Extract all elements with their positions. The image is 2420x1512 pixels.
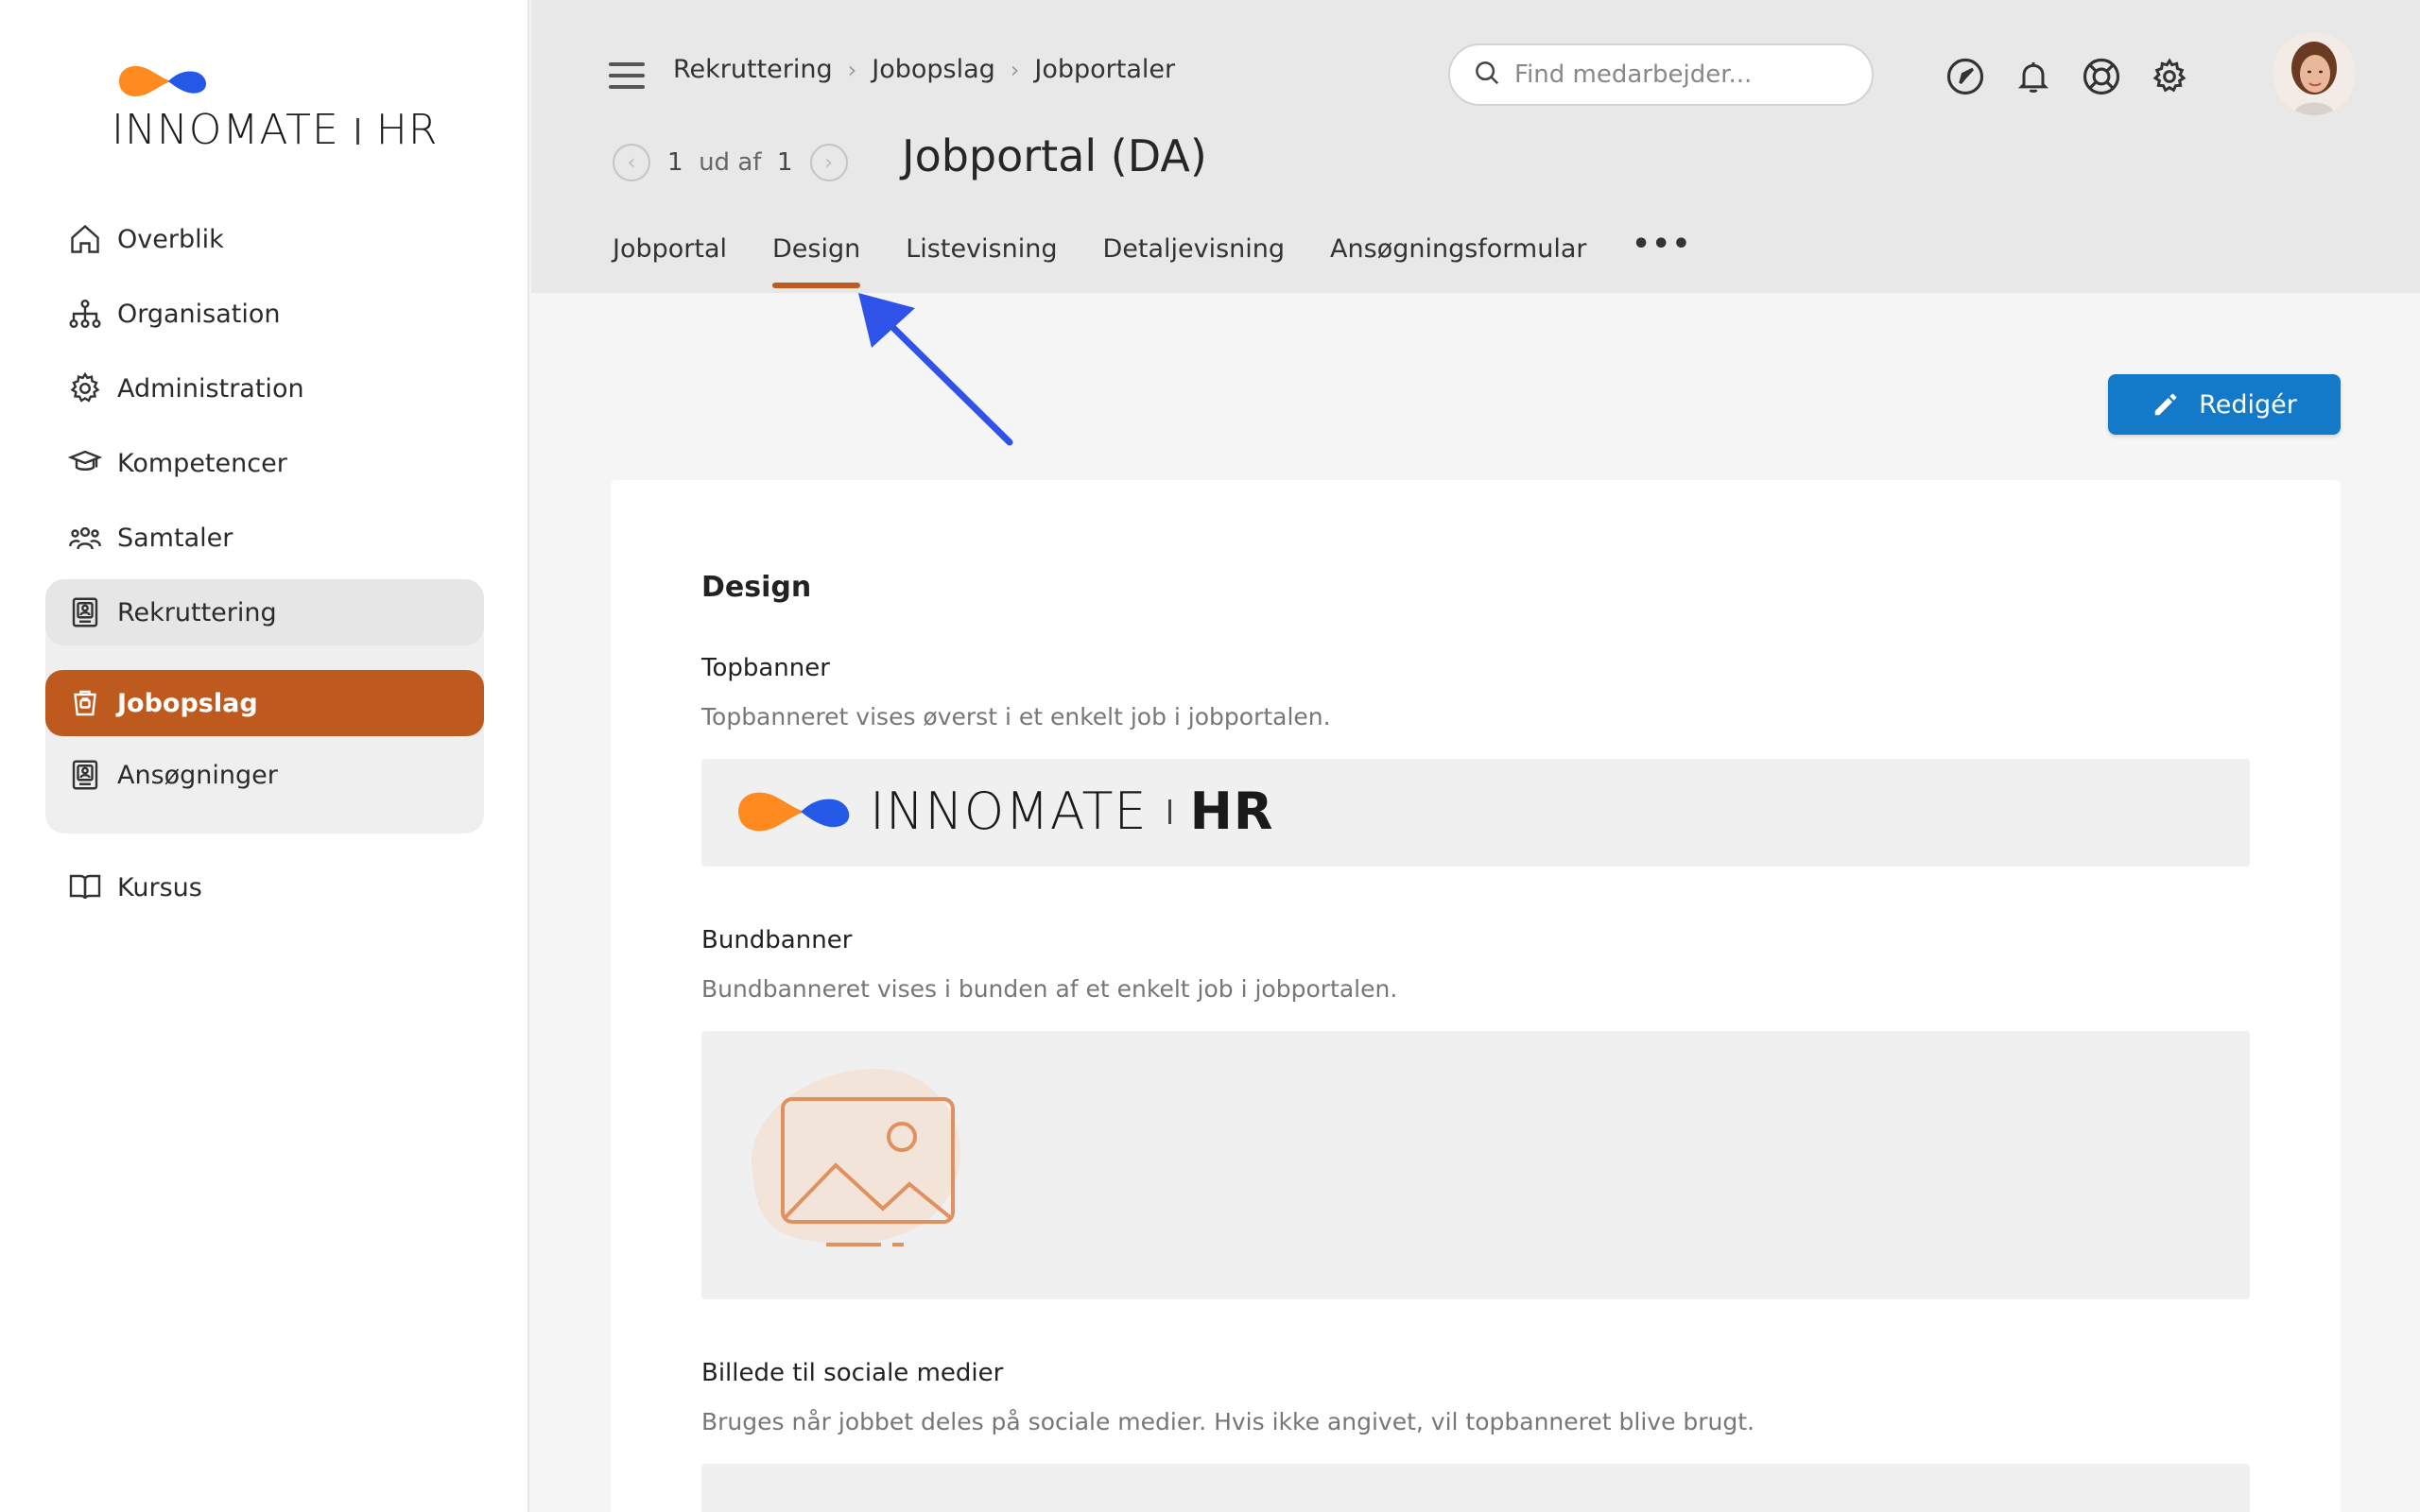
id-badge-icon <box>66 756 104 794</box>
breadcrumb-item[interactable]: Jobportaler <box>1034 55 1175 84</box>
tab-listevisning[interactable]: Listevisning <box>906 234 1057 286</box>
breadcrumb: Rekruttering › Jobopslag › Jobportaler <box>673 55 1175 84</box>
bundbanner-preview[interactable] <box>701 1031 2250 1299</box>
sidebar-item-label: Jobopslag <box>117 688 258 718</box>
logo-mark-icon <box>738 792 850 831</box>
sidebar: INNOMATE HR Overblik Organisation Adminis… <box>0 0 529 1512</box>
social-media-image-label: Billede til sociale medier <box>701 1359 1004 1387</box>
tab-detaljevisning[interactable]: Detaljevisning <box>1102 234 1285 286</box>
pencil-icon <box>2152 390 2180 419</box>
home-icon <box>66 220 104 258</box>
logo-mark-icon <box>119 66 207 96</box>
lifebuoy-icon[interactable] <box>2080 55 2123 98</box>
bell-icon[interactable] <box>2012 55 2055 98</box>
next-record-button[interactable]: › <box>809 144 848 181</box>
sidebar-item-label: Samtaler <box>117 523 233 553</box>
bundbanner-description: Bundbanneret vises i bunden af et enkelt… <box>701 975 1398 1003</box>
graduation-cap-icon <box>66 444 104 482</box>
topbanner-preview[interactable]: INNOMATE HR <box>701 759 2250 867</box>
sidebar-item-administration[interactable]: Administration <box>45 355 484 421</box>
topbanner-section: Topbanner Topbanneret vises øverst i et … <box>701 654 2250 867</box>
search-input[interactable] <box>1514 60 1836 89</box>
tab-jobportal[interactable]: Jobportal <box>613 234 727 286</box>
navigation-icon[interactable] <box>1944 55 1987 98</box>
org-chart-icon <box>66 295 104 333</box>
bundbanner-section: Bundbanner Bundbanneret vises i bunden a… <box>701 926 2250 1299</box>
tab-bar: Jobportal Design Listevisning Detaljevis… <box>613 231 1737 288</box>
header-actions <box>1944 55 2216 98</box>
search-icon <box>1473 59 1501 91</box>
sidebar-item-samtaler[interactable]: Samtaler <box>45 505 484 571</box>
employee-search[interactable] <box>1448 43 1874 106</box>
edit-button[interactable]: Redigér <box>2108 374 2341 435</box>
bundbanner-label: Bundbanner <box>701 926 853 954</box>
innomate-logo[interactable]: INNOMATE HR <box>112 57 437 161</box>
avatar[interactable] <box>2273 32 2356 115</box>
sidebar-item-organisation[interactable]: Organisation <box>45 281 484 347</box>
hamburger-menu-icon[interactable] <box>609 62 645 96</box>
job-post-icon <box>66 684 104 722</box>
topbanner-label: Topbanner <box>701 654 830 682</box>
section-heading: Design <box>701 571 812 604</box>
social-media-image-section: Billede til sociale medier Bruges når jo… <box>701 1359 2250 1512</box>
image-placeholder-icon <box>752 1069 961 1246</box>
edit-button-label: Redigér <box>2199 389 2297 420</box>
chevron-right-icon: › <box>1010 56 1020 83</box>
tab-ansogningsformular[interactable]: Ansøgningsformular <box>1330 234 1586 286</box>
id-badge-icon <box>66 593 104 631</box>
sidebar-item-label: Overblik <box>117 224 224 254</box>
topbanner-description: Topbanneret vises øverst i et enkelt job… <box>701 703 1331 730</box>
page-title: Jobportal (DA) <box>902 130 1207 181</box>
sidebar-item-kompetencer[interactable]: Kompetencer <box>45 430 484 496</box>
top-header: Rekruttering › Jobopslag › Jobportaler ‹… <box>531 0 2420 293</box>
sidebar-item-label: Organisation <box>117 299 281 329</box>
sidebar-item-label: Rekruttering <box>117 597 277 627</box>
topbanner-logo: INNOMATE HR <box>734 782 1273 841</box>
design-card: Design Topbanner Topbanneret vises øvers… <box>611 480 2341 1512</box>
tab-design[interactable]: Design <box>772 234 861 288</box>
more-tabs-button[interactable]: ••• <box>1633 231 1693 286</box>
logo-wordmark: INNOMATE HR <box>870 782 1274 841</box>
breadcrumb-item[interactable]: Jobopslag <box>872 55 995 84</box>
pager-text: 1 ud af 1 <box>667 148 793 177</box>
sidebar-item-overblik[interactable]: Overblik <box>45 206 484 272</box>
sidebar-item-jobopslag[interactable]: Jobopslag <box>45 670 484 736</box>
main-nav: Overblik Organisation Administration Kom… <box>45 206 484 929</box>
social-media-image-preview[interactable] <box>701 1464 2250 1512</box>
sidebar-item-ansogninger[interactable]: Ansøgninger <box>45 742 484 808</box>
sidebar-group-rekruttering: Rekruttering Jobopslag Ansøgninger <box>45 579 484 833</box>
record-pager: ‹ 1 ud af 1 › <box>613 144 848 181</box>
sidebar-item-label: Administration <box>117 373 304 404</box>
previous-record-button[interactable]: ‹ <box>613 144 650 181</box>
gear-icon[interactable] <box>2148 55 2191 98</box>
logo-wordmark: INNOMATE HR <box>112 106 439 154</box>
social-media-image-description: Bruges når jobbet deles på sociale medie… <box>701 1408 1755 1435</box>
gear-icon <box>66 369 104 407</box>
chevron-right-icon: › <box>847 56 857 83</box>
annotation-arrow-icon <box>858 293 1013 446</box>
sidebar-item-label: Kursus <box>117 872 202 902</box>
sidebar-item-label: Kompetencer <box>117 448 287 478</box>
sidebar-item-kursus[interactable]: Kursus <box>45 854 484 920</box>
sidebar-item-rekruttering[interactable]: Rekruttering <box>45 579 484 645</box>
people-icon <box>66 519 104 557</box>
breadcrumb-item[interactable]: Rekruttering <box>673 55 833 84</box>
book-icon <box>66 868 104 906</box>
sidebar-item-label: Ansøgninger <box>117 760 278 790</box>
